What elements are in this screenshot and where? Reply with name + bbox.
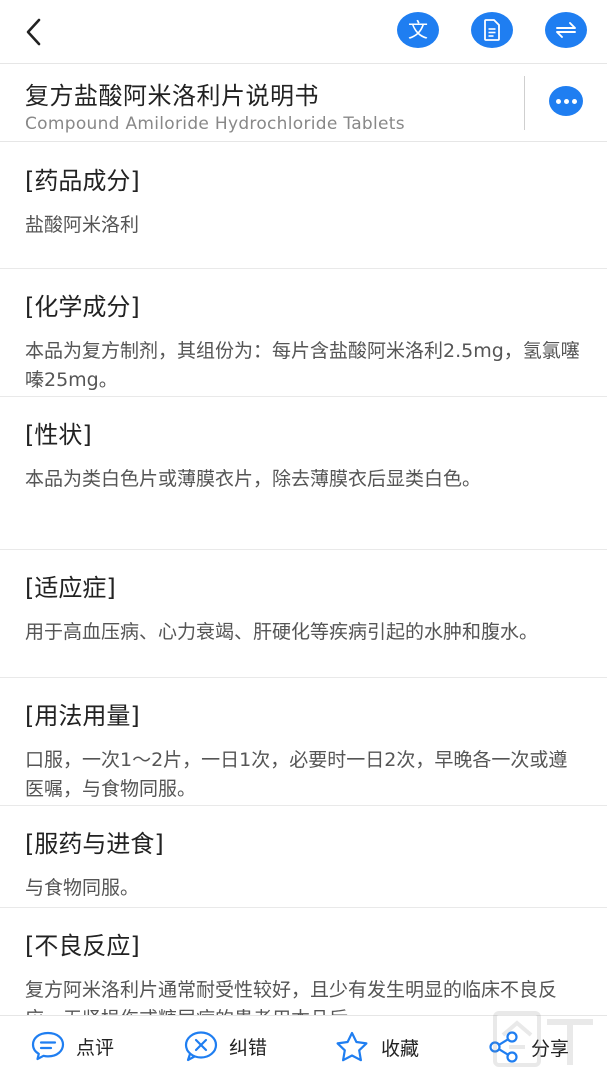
comment-button[interactable]: 点评 [30, 1030, 114, 1062]
drug-manual-screen: 文 复方盐酸阿米洛利片说明书 Compound Amiloride Hydroc [0, 0, 607, 1080]
translate-icon: 文 [408, 18, 428, 42]
section-food-interaction: [服药与进食] 与食物同服。 [0, 806, 607, 908]
translate-button[interactable]: 文 [397, 12, 439, 48]
report-error-button[interactable]: 纠错 [183, 1030, 267, 1062]
drug-title-en: Compound Amiloride Hydrochloride Tablets [25, 114, 405, 134]
comment-label: 点评 [76, 1036, 115, 1059]
section-title: [适应症] [25, 574, 116, 602]
section-title: [化学成分] [25, 293, 140, 321]
section-title: [性状] [25, 421, 92, 449]
star-icon [336, 1031, 368, 1062]
section-indications: [适应症] 用于高血压病、心力衰竭、肝硬化等疾病引起的水肿和腹水。 [0, 550, 607, 678]
share-label: 分享 [531, 1037, 570, 1060]
drug-title-cn: 复方盐酸阿米洛利片说明书 [25, 82, 319, 110]
section-title: [服药与进食] [25, 830, 164, 858]
more-dot [563, 98, 569, 104]
title-divider [524, 76, 525, 130]
report-error-icon [184, 1031, 218, 1062]
section-chemical-composition: [化学成分] 本品为复方制剂，其组份为：每片含盐酸阿米洛利2.5mg，氢氯噻嗪2… [0, 269, 607, 397]
top-actions: 文 [397, 12, 587, 48]
bottom-action-bar: 点评 纠错 收藏 分享 [0, 1015, 607, 1080]
favorite-label: 收藏 [381, 1037, 420, 1060]
section-dosage: [用法用量] 口服，一次1～2片，一日1次，必要时一日2次，早晚各一次或遵医嘱，… [0, 678, 607, 806]
more-dots-icon [555, 98, 561, 104]
document-icon [484, 19, 500, 41]
section-title: [用法用量] [25, 702, 140, 730]
section-adverse-reactions: [不良反应] 复方阿米洛利片通常耐受性较好，且少有发生明显的临床不良反应，无肾损… [0, 908, 607, 1015]
section-title: [不良反应] [25, 932, 140, 960]
swap-icon [556, 22, 576, 38]
back-arrow-icon [26, 18, 41, 46]
swap-button[interactable] [545, 12, 587, 48]
drug-title-block: 复方盐酸阿米洛利片说明书 Compound Amiloride Hydrochl… [0, 64, 607, 142]
section-ingredients: [药品成分] 盐酸阿米洛利 [0, 143, 607, 269]
section-appearance: [性状] 本品为类白色片或薄膜衣片，除去薄膜衣后显类白色。 [0, 397, 607, 550]
comment-icon [31, 1031, 65, 1061]
share-icon [489, 1031, 518, 1063]
report-error-label: 纠错 [229, 1036, 268, 1059]
section-title: [药品成分] [25, 167, 140, 195]
section-body: 用于高血压病、心力衰竭、肝硬化等疾病引起的水肿和腹水。 [25, 621, 539, 643]
document-button[interactable] [471, 12, 513, 48]
more-dot [571, 98, 577, 104]
top-navigation-bar: 文 [0, 0, 607, 64]
section-body: 盐酸阿米洛利 [25, 214, 140, 236]
more-options-button[interactable] [549, 86, 583, 116]
manual-content[interactable]: [药品成分] 盐酸阿米洛利 [化学成分] 本品为复方制剂，其组份为：每片含盐酸阿… [0, 143, 607, 1015]
favorite-button[interactable]: 收藏 [333, 1030, 419, 1064]
back-button[interactable] [14, 12, 54, 52]
share-button[interactable]: 分享 [487, 1030, 569, 1064]
section-body: 本品为类白色片或薄膜衣片，除去薄膜衣后显类白色。 [25, 468, 482, 490]
section-body: 复方阿米洛利片通常耐受性较好，且少有发生明显的临床不良反应，无肾损伤或糖尿病的患… [25, 979, 558, 1015]
